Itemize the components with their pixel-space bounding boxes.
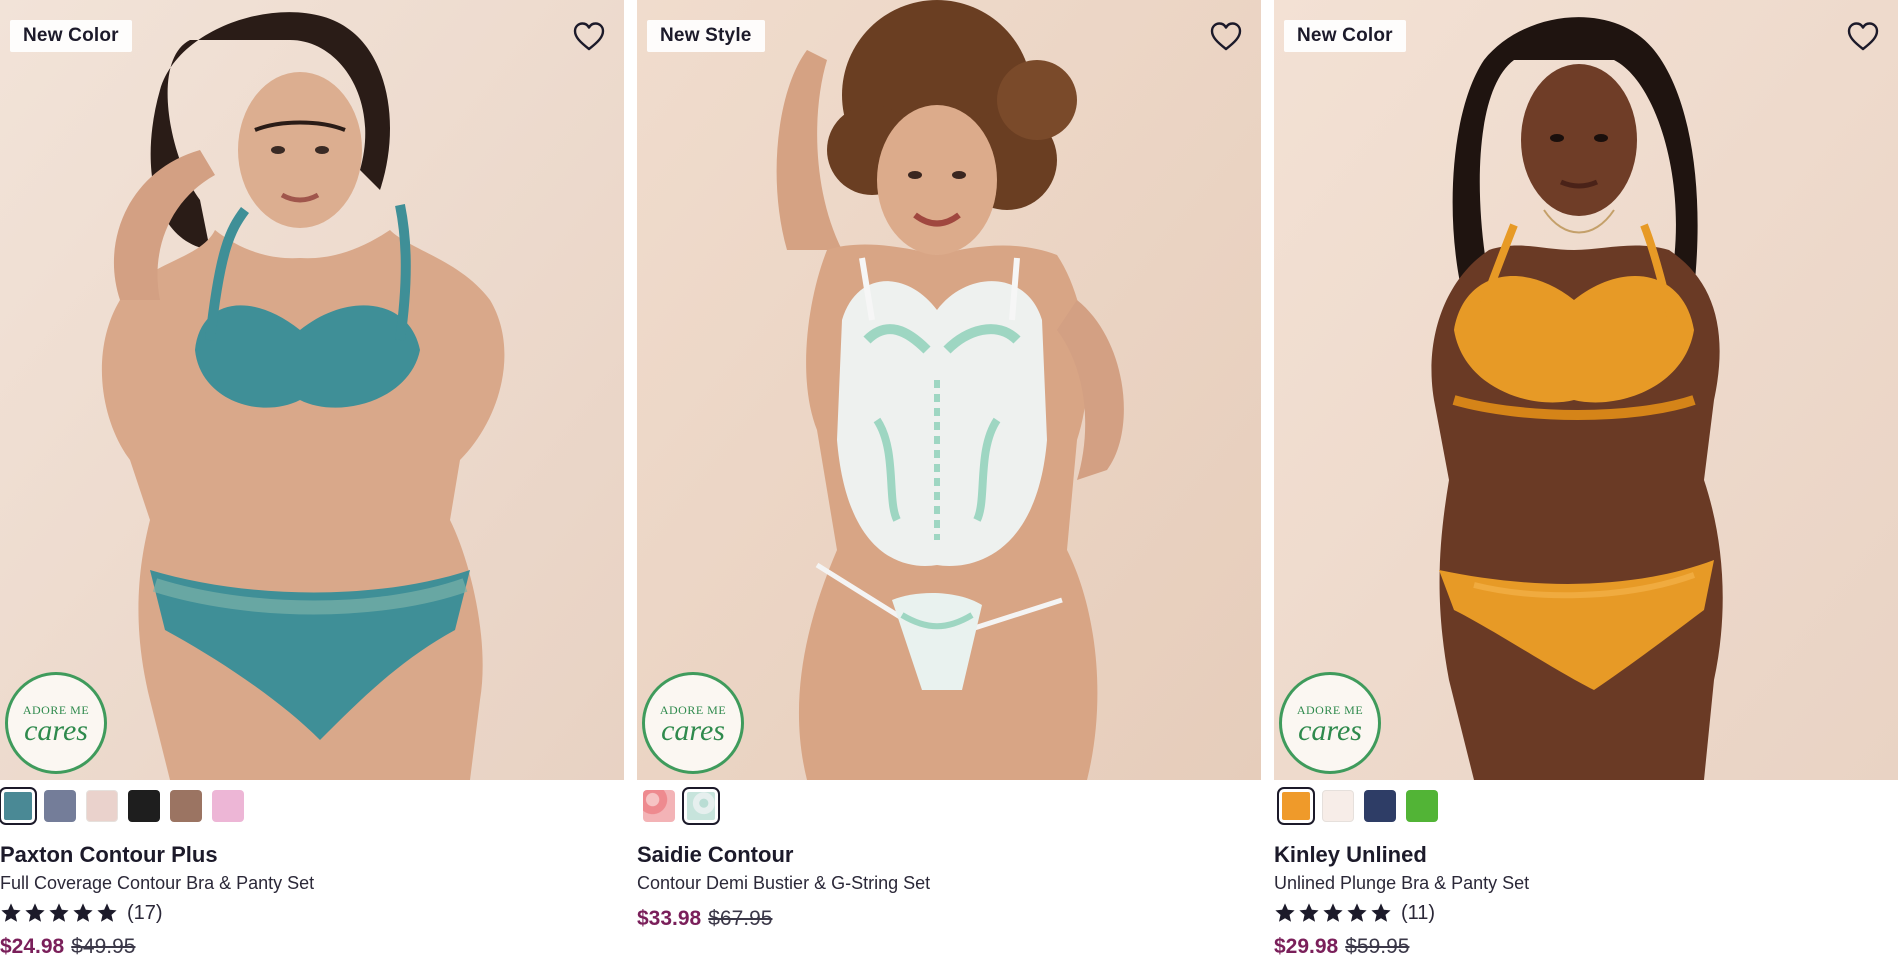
product-card[interactable]: New Style ADORE ME cares Saidie Contour … bbox=[637, 0, 1261, 971]
product-grid: New Color ADORE ME cares Paxton Contour … bbox=[0, 0, 1900, 971]
color-swatch-mint-lace[interactable] bbox=[682, 787, 720, 825]
model-photo bbox=[1274, 0, 1898, 780]
adore-me-cares-logo: ADORE ME cares bbox=[1279, 672, 1381, 774]
product-price: $24.98 $49.95 bbox=[0, 935, 135, 959]
product-rating[interactable]: (11) bbox=[1274, 900, 1435, 926]
color-swatch-black[interactable] bbox=[128, 790, 160, 822]
new-color-badge: New Color bbox=[1284, 20, 1406, 52]
rating-stars bbox=[1274, 902, 1392, 924]
color-swatches bbox=[1277, 787, 1438, 826]
heart-icon[interactable] bbox=[1209, 20, 1243, 54]
original-price: $67.95 bbox=[708, 907, 773, 930]
original-price: $49.95 bbox=[71, 935, 136, 958]
review-count: (11) bbox=[1401, 901, 1436, 924]
review-count: (17) bbox=[127, 901, 163, 924]
product-name[interactable]: Paxton Contour Plus bbox=[0, 842, 218, 868]
adore-me-cares-logo: ADORE ME cares bbox=[642, 672, 744, 774]
color-swatches bbox=[0, 787, 244, 826]
sale-price: $29.98 bbox=[1274, 935, 1339, 958]
star-icon bbox=[49, 903, 69, 922]
color-swatch-ivory[interactable] bbox=[1322, 790, 1354, 822]
star-icon bbox=[25, 903, 45, 922]
color-swatch-coral-floral[interactable] bbox=[643, 790, 675, 822]
new-color-badge: New Color bbox=[10, 20, 132, 52]
product-image[interactable]: New Color ADORE ME cares bbox=[1274, 0, 1898, 780]
color-swatch-mocha[interactable] bbox=[170, 790, 202, 822]
product-description: Unlined Plunge Bra & Panty Set bbox=[1274, 873, 1530, 893]
star-icon bbox=[1275, 903, 1295, 922]
star-icon bbox=[1, 903, 21, 922]
star-icon bbox=[1371, 903, 1391, 922]
rating-stars bbox=[0, 902, 118, 924]
color-swatch-orange[interactable] bbox=[1277, 787, 1315, 825]
product-price: $33.98 $67.95 bbox=[637, 907, 772, 931]
product-rating[interactable]: (17) bbox=[0, 900, 163, 926]
new-style-badge: New Style bbox=[647, 20, 765, 52]
color-swatch-green[interactable] bbox=[1406, 790, 1438, 822]
color-swatch-navy[interactable] bbox=[1364, 790, 1396, 822]
product-image[interactable]: New Color ADORE ME cares bbox=[0, 0, 624, 780]
color-swatch-pink[interactable] bbox=[212, 790, 244, 822]
product-card[interactable]: New Color ADORE ME cares Kinley Unlined … bbox=[1274, 0, 1898, 971]
star-icon bbox=[1347, 903, 1367, 922]
star-icon bbox=[1323, 903, 1343, 922]
heart-icon[interactable] bbox=[572, 20, 606, 54]
product-name[interactable]: Saidie Contour bbox=[637, 842, 793, 868]
star-icon bbox=[73, 903, 93, 922]
color-swatch-blush[interactable] bbox=[86, 790, 118, 822]
model-photo bbox=[637, 0, 1261, 780]
product-card[interactable]: New Color ADORE ME cares Paxton Contour … bbox=[0, 0, 624, 971]
sale-price: $33.98 bbox=[637, 907, 702, 930]
color-swatches bbox=[643, 787, 720, 826]
model-photo bbox=[0, 0, 624, 780]
product-image[interactable]: New Style ADORE ME cares bbox=[637, 0, 1261, 780]
color-swatch-teal[interactable] bbox=[0, 787, 37, 825]
product-name[interactable]: Kinley Unlined bbox=[1274, 842, 1427, 868]
product-price: $29.98 $59.95 bbox=[1274, 935, 1409, 959]
original-price: $59.95 bbox=[1345, 935, 1410, 958]
star-icon bbox=[1299, 903, 1319, 922]
product-description: Contour Demi Bustier & G-String Set bbox=[637, 873, 931, 893]
heart-icon[interactable] bbox=[1846, 20, 1880, 54]
product-description: Full Coverage Contour Bra & Panty Set bbox=[0, 873, 315, 893]
star-icon bbox=[97, 903, 117, 922]
adore-me-cares-logo: ADORE ME cares bbox=[5, 672, 107, 774]
color-swatch-slate[interactable] bbox=[44, 790, 76, 822]
sale-price: $24.98 bbox=[0, 935, 65, 958]
